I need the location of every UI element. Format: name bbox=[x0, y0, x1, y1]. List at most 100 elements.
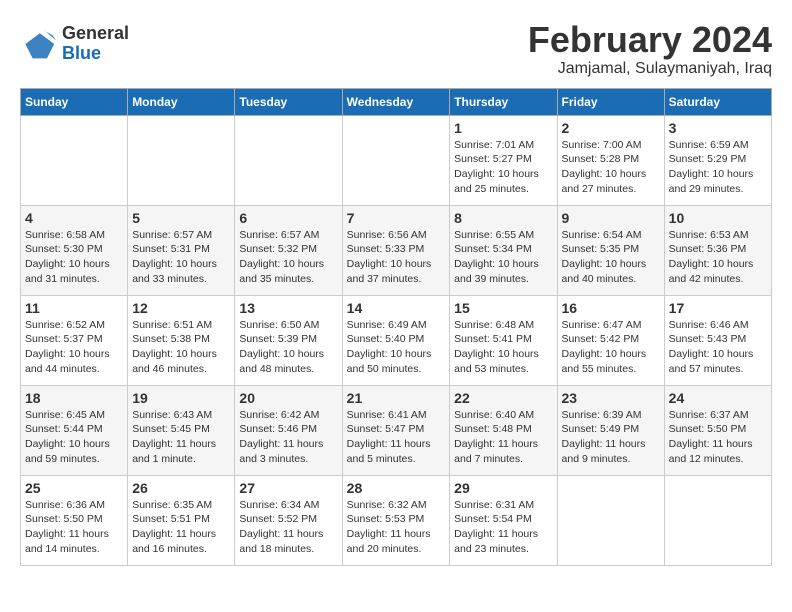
day-info: Sunrise: 6:46 AM Sunset: 5:43 PM Dayligh… bbox=[669, 318, 767, 377]
calendar-cell bbox=[664, 475, 771, 565]
day-info: Sunrise: 6:59 AM Sunset: 5:29 PM Dayligh… bbox=[669, 138, 767, 197]
weekday-header-monday: Monday bbox=[128, 88, 235, 115]
calendar-cell: 4 Sunrise: 6:58 AM Sunset: 5:30 PM Daylig… bbox=[21, 205, 128, 295]
day-number: 7 bbox=[347, 210, 446, 226]
calendar-cell bbox=[128, 115, 235, 205]
calendar-cell: 22 Sunrise: 6:40 AM Sunset: 5:48 PM Dayli… bbox=[450, 385, 557, 475]
calendar-week-3: 11Sunrise: 6:52 AM Sunset: 5:37 PM Dayli… bbox=[21, 295, 772, 385]
day-info: Sunrise: 6:53 AM Sunset: 5:36 PM Dayligh… bbox=[669, 228, 767, 287]
day-info: Sunrise: 6:57 AM Sunset: 5:32 PM Dayligh… bbox=[239, 228, 337, 287]
weekday-header-tuesday: Tuesday bbox=[235, 88, 342, 115]
calendar-week-5: 25 Sunrise: 6:36 AM Sunset: 5:50 PM Dayli… bbox=[21, 475, 772, 565]
weekday-header-thursday: Thursday bbox=[450, 88, 557, 115]
day-info: Sunrise: 6:35 AM Sunset: 5:51 PM Dayligh… bbox=[132, 498, 230, 557]
day-number: 21 bbox=[347, 390, 446, 406]
calendar-cell: 14 Sunrise: 6:49 AM Sunset: 5:40 PM Dayli… bbox=[342, 295, 450, 385]
calendar-week-2: 4 Sunrise: 6:58 AM Sunset: 5:30 PM Daylig… bbox=[21, 205, 772, 295]
day-number: 18 bbox=[25, 390, 123, 406]
day-number: 8 bbox=[454, 210, 552, 226]
day-info: Sunrise: 6:57 AM Sunset: 5:31 PM Dayligh… bbox=[132, 228, 230, 287]
day-number: 1 bbox=[454, 120, 552, 136]
day-number: 17 bbox=[669, 300, 767, 316]
day-number: 10 bbox=[669, 210, 767, 226]
day-number: 25 bbox=[25, 480, 123, 496]
day-number: 3 bbox=[669, 120, 767, 136]
logo-blue: Blue bbox=[62, 43, 101, 63]
day-number: 26 bbox=[132, 480, 230, 496]
day-number: 2 bbox=[562, 120, 660, 136]
day-number: 24 bbox=[669, 390, 767, 406]
day-info: Sunrise: 6:31 AM Sunset: 5:54 PM Dayligh… bbox=[454, 498, 552, 557]
day-info: Sunrise: 6:55 AM Sunset: 5:34 PM Dayligh… bbox=[454, 228, 552, 287]
day-number: 15 bbox=[454, 300, 552, 316]
day-info: Sunrise: 6:32 AM Sunset: 5:53 PM Dayligh… bbox=[347, 498, 446, 557]
day-info: Sunrise: 6:36 AM Sunset: 5:50 PM Dayligh… bbox=[25, 498, 123, 557]
calendar-cell: 23Sunrise: 6:39 AM Sunset: 5:49 PM Dayli… bbox=[557, 385, 664, 475]
calendar-cell bbox=[21, 115, 128, 205]
day-number: 11 bbox=[25, 300, 123, 316]
day-info: Sunrise: 7:00 AM Sunset: 5:28 PM Dayligh… bbox=[562, 138, 660, 197]
day-number: 23 bbox=[562, 390, 660, 406]
calendar-cell: 8 Sunrise: 6:55 AM Sunset: 5:34 PM Daylig… bbox=[450, 205, 557, 295]
day-number: 12 bbox=[132, 300, 230, 316]
day-info: Sunrise: 6:34 AM Sunset: 5:52 PM Dayligh… bbox=[239, 498, 337, 557]
calendar-cell: 24 Sunrise: 6:37 AM Sunset: 5:50 PM Dayli… bbox=[664, 385, 771, 475]
calendar-cell: 27 Sunrise: 6:34 AM Sunset: 5:52 PM Dayli… bbox=[235, 475, 342, 565]
day-number: 13 bbox=[239, 300, 337, 316]
day-number: 6 bbox=[239, 210, 337, 226]
day-number: 14 bbox=[347, 300, 446, 316]
logo: General Blue bbox=[20, 24, 129, 64]
calendar-cell: 29 Sunrise: 6:31 AM Sunset: 5:54 PM Dayli… bbox=[450, 475, 557, 565]
calendar-week-4: 18 Sunrise: 6:45 AM Sunset: 5:44 PM Dayli… bbox=[21, 385, 772, 475]
day-number: 4 bbox=[25, 210, 123, 226]
calendar-cell: 12 Sunrise: 6:51 AM Sunset: 5:38 PM Dayli… bbox=[128, 295, 235, 385]
day-info: Sunrise: 6:56 AM Sunset: 5:33 PM Dayligh… bbox=[347, 228, 446, 287]
day-info: Sunrise: 6:42 AM Sunset: 5:46 PM Dayligh… bbox=[239, 408, 337, 467]
calendar-week-1: 1 Sunrise: 7:01 AM Sunset: 5:27 PM Daylig… bbox=[21, 115, 772, 205]
day-info: Sunrise: 6:40 AM Sunset: 5:48 PM Dayligh… bbox=[454, 408, 552, 467]
calendar-cell: 17 Sunrise: 6:46 AM Sunset: 5:43 PM Dayli… bbox=[664, 295, 771, 385]
calendar-cell: 20 Sunrise: 6:42 AM Sunset: 5:46 PM Dayli… bbox=[235, 385, 342, 475]
day-info: Sunrise: 6:50 AM Sunset: 5:39 PM Dayligh… bbox=[239, 318, 337, 377]
calendar-cell: 18 Sunrise: 6:45 AM Sunset: 5:44 PM Dayli… bbox=[21, 385, 128, 475]
day-info: Sunrise: 6:37 AM Sunset: 5:50 PM Dayligh… bbox=[669, 408, 767, 467]
day-number: 20 bbox=[239, 390, 337, 406]
location-title: Jamjamal, Sulaymaniyah, Iraq bbox=[528, 60, 772, 78]
calendar-body: 1 Sunrise: 7:01 AM Sunset: 5:27 PM Daylig… bbox=[21, 115, 772, 565]
title-area: February 2024 Jamjamal, Sulaymaniyah, Ir… bbox=[528, 20, 772, 78]
weekday-header-row: SundayMondayTuesdayWednesdayThursdayFrid… bbox=[21, 88, 772, 115]
logo-icon bbox=[20, 26, 56, 62]
day-number: 29 bbox=[454, 480, 552, 496]
day-info: Sunrise: 7:01 AM Sunset: 5:27 PM Dayligh… bbox=[454, 138, 552, 197]
weekday-header-sunday: Sunday bbox=[21, 88, 128, 115]
calendar-cell: 28Sunrise: 6:32 AM Sunset: 5:53 PM Dayli… bbox=[342, 475, 450, 565]
calendar-cell: 10 Sunrise: 6:53 AM Sunset: 5:36 PM Dayli… bbox=[664, 205, 771, 295]
logo-text: General Blue bbox=[62, 24, 129, 64]
weekday-header-wednesday: Wednesday bbox=[342, 88, 450, 115]
calendar-cell: 11Sunrise: 6:52 AM Sunset: 5:37 PM Dayli… bbox=[21, 295, 128, 385]
day-info: Sunrise: 6:45 AM Sunset: 5:44 PM Dayligh… bbox=[25, 408, 123, 467]
day-number: 27 bbox=[239, 480, 337, 496]
calendar-table: SundayMondayTuesdayWednesdayThursdayFrid… bbox=[20, 88, 772, 566]
page-header: General Blue February 2024 Jamjamal, Sul… bbox=[20, 20, 772, 78]
day-info: Sunrise: 6:49 AM Sunset: 5:40 PM Dayligh… bbox=[347, 318, 446, 377]
day-number: 22 bbox=[454, 390, 552, 406]
day-info: Sunrise: 6:43 AM Sunset: 5:45 PM Dayligh… bbox=[132, 408, 230, 467]
calendar-cell: 25 Sunrise: 6:36 AM Sunset: 5:50 PM Dayli… bbox=[21, 475, 128, 565]
calendar-cell: 6 Sunrise: 6:57 AM Sunset: 5:32 PM Daylig… bbox=[235, 205, 342, 295]
day-number: 9 bbox=[562, 210, 660, 226]
day-number: 19 bbox=[132, 390, 230, 406]
calendar-cell: 15 Sunrise: 6:48 AM Sunset: 5:41 PM Dayli… bbox=[450, 295, 557, 385]
day-info: Sunrise: 6:51 AM Sunset: 5:38 PM Dayligh… bbox=[132, 318, 230, 377]
calendar-cell: 1 Sunrise: 7:01 AM Sunset: 5:27 PM Daylig… bbox=[450, 115, 557, 205]
day-info: Sunrise: 6:47 AM Sunset: 5:42 PM Dayligh… bbox=[562, 318, 660, 377]
weekday-header-saturday: Saturday bbox=[664, 88, 771, 115]
calendar-cell: 16Sunrise: 6:47 AM Sunset: 5:42 PM Dayli… bbox=[557, 295, 664, 385]
calendar-cell: 5Sunrise: 6:57 AM Sunset: 5:31 PM Daylig… bbox=[128, 205, 235, 295]
day-info: Sunrise: 6:41 AM Sunset: 5:47 PM Dayligh… bbox=[347, 408, 446, 467]
day-info: Sunrise: 6:48 AM Sunset: 5:41 PM Dayligh… bbox=[454, 318, 552, 377]
calendar-cell: 2 Sunrise: 7:00 AM Sunset: 5:28 PM Daylig… bbox=[557, 115, 664, 205]
day-info: Sunrise: 6:58 AM Sunset: 5:30 PM Dayligh… bbox=[25, 228, 123, 287]
calendar-cell bbox=[557, 475, 664, 565]
calendar-cell bbox=[342, 115, 450, 205]
